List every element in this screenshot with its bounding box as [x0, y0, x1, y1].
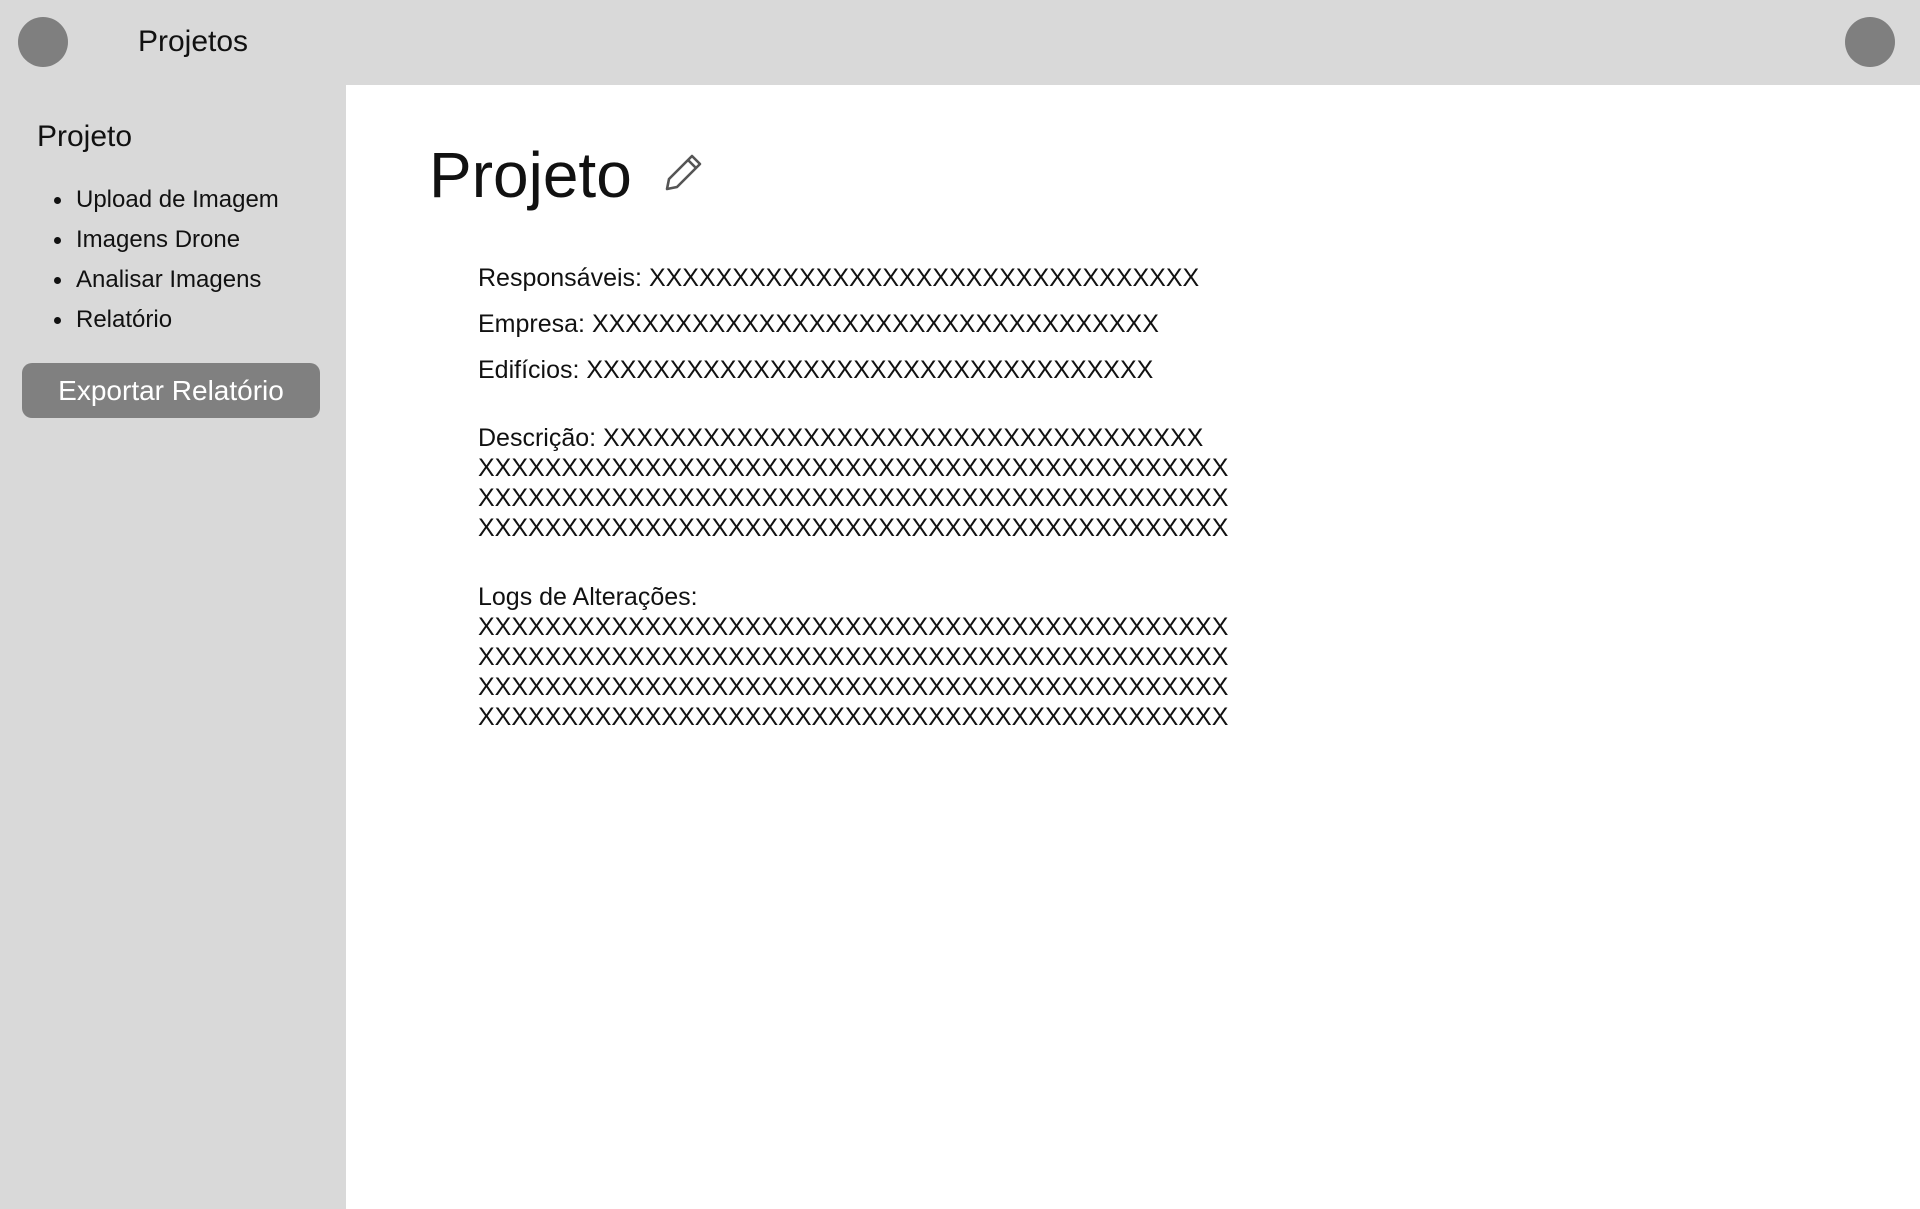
main-content: Projeto Responsáveis: XXXXXXXXXXXXXXXXXX…: [346, 85, 1920, 1209]
descricao-line: XXXXXXXXXXXXXXXXXXXXXXXXXXXXXXXXXXXXXXXX…: [478, 484, 1229, 512]
avatar-icon[interactable]: [18, 17, 68, 67]
sidebar-nav: Upload de Imagem Imagens Drone Analisar …: [50, 180, 279, 340]
descricao-block: Descrição: XXXXXXXXXXXXXXXXXXXXXXXXXXXXX…: [478, 423, 1228, 543]
sidebar: Projeto Upload de Imagem Imagens Drone A…: [0, 85, 346, 1209]
logs-line: XXXXXXXXXXXXXXXXXXXXXXXXXXXXXXXXXXXXXXXX…: [478, 673, 1229, 701]
descricao-line: XXXXXXXXXXXXXXXXXXXXXXXXXXXXXXXXXXXXXXXX…: [478, 514, 1229, 542]
pencil-icon-graphic: [665, 154, 702, 191]
sidebar-item-label: Upload de Imagem: [76, 186, 279, 213]
logs-line: XXXXXXXXXXXXXXXXXXXXXXXXXXXXXXXXXXXXXXXX…: [478, 643, 1229, 671]
app-title: Projetos: [138, 25, 249, 58]
sidebar-item-analisar-imagens[interactable]: Analisar Imagens: [50, 260, 279, 300]
descricao-label: Descrição:: [478, 424, 597, 452]
pencil-icon[interactable]: [662, 150, 706, 194]
sidebar-title: Projeto: [37, 120, 133, 153]
empresa-label: Empresa:: [478, 310, 585, 338]
responsaveis-label: Responsáveis:: [478, 264, 642, 292]
sidebar-item-imagens-drone[interactable]: Imagens Drone: [50, 220, 279, 260]
logs-line: XXXXXXXXXXXXXXXXXXXXXXXXXXXXXXXXXXXXXXXX…: [478, 613, 1229, 641]
logs-label: Logs de Alterações:: [478, 583, 698, 611]
edificios-label: Edifícios:: [478, 356, 580, 384]
sidebar-item-label: Imagens Drone: [76, 226, 241, 253]
page-title: Projeto: [429, 139, 632, 211]
bullet-icon: [54, 277, 61, 284]
descricao-line: XXXXXXXXXXXXXXXXXXXXXXXXXXXXXXXXXXXX: [603, 424, 1204, 452]
bullet-icon: [54, 317, 61, 324]
logs-block: Logs de Alterações: XXXXXXXXXXXXXXXXXXXX…: [478, 582, 1228, 732]
descricao-first-line: Descrição: XXXXXXXXXXXXXXXXXXXXXXXXXXXXX…: [478, 423, 1228, 453]
edificios-field: Edifícios: XXXXXXXXXXXXXXXXXXXXXXXXXXXXX…: [478, 355, 1153, 385]
user-avatar-icon[interactable]: [1845, 17, 1895, 67]
descricao-line: XXXXXXXXXXXXXXXXXXXXXXXXXXXXXXXXXXXXXXXX…: [478, 454, 1229, 482]
bullet-icon: [54, 237, 61, 244]
bullet-icon: [54, 197, 61, 204]
empresa-value: XXXXXXXXXXXXXXXXXXXXXXXXXXXXXXXXXX: [591, 310, 1159, 338]
responsaveis-value: XXXXXXXXXXXXXXXXXXXXXXXXXXXXXXXXX: [648, 264, 1200, 292]
responsaveis-field: Responsáveis: XXXXXXXXXXXXXXXXXXXXXXXXXX…: [478, 263, 1199, 293]
logs-line: XXXXXXXXXXXXXXXXXXXXXXXXXXXXXXXXXXXXXXXX…: [478, 703, 1229, 731]
sidebar-item-label: Relatório: [76, 306, 173, 333]
top-bar: Projetos: [0, 0, 1920, 85]
sidebar-item-label: Analisar Imagens: [76, 266, 262, 293]
sidebar-item-upload-imagem[interactable]: Upload de Imagem: [50, 180, 279, 220]
export-report-button[interactable]: Exportar Relatório: [22, 363, 320, 418]
edificios-value: XXXXXXXXXXXXXXXXXXXXXXXXXXXXXXXXXX: [586, 356, 1154, 384]
sidebar-item-relatorio[interactable]: Relatório: [50, 300, 279, 340]
empresa-field: Empresa: XXXXXXXXXXXXXXXXXXXXXXXXXXXXXXX…: [478, 309, 1159, 339]
